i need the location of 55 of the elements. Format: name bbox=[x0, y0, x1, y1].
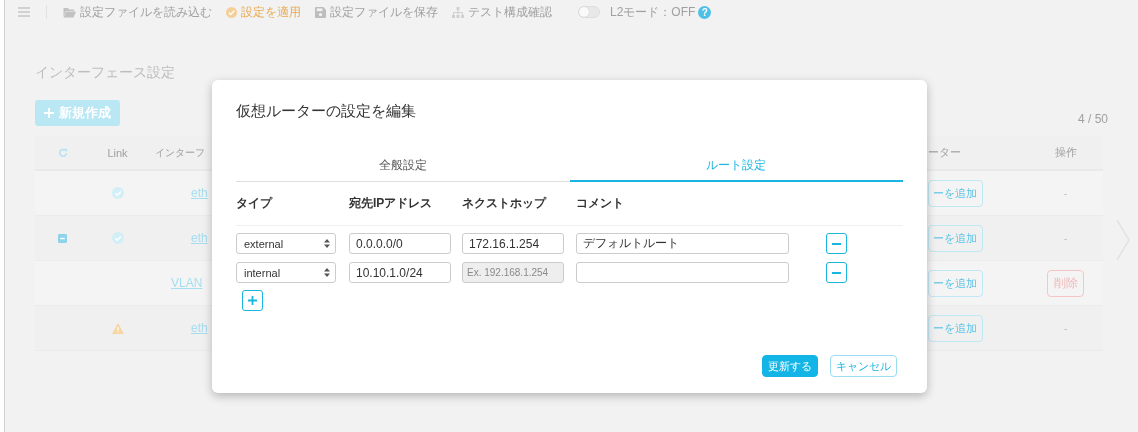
interface-link[interactable]: VLAN bbox=[171, 276, 203, 290]
toolbar-button[interactable]: 設定ファイルを保存 bbox=[315, 3, 438, 21]
update-button[interactable]: 更新する bbox=[762, 355, 818, 377]
column-header: コメント bbox=[576, 195, 625, 212]
plus-icon bbox=[44, 108, 54, 118]
comment-field[interactable]: デフォルトルート bbox=[576, 233, 789, 254]
sort-caret-icon bbox=[324, 268, 330, 277]
toolbar-button[interactable]: テスト構成確認 bbox=[452, 3, 552, 21]
column-header: Link bbox=[107, 146, 128, 159]
help-icon[interactable]: ? bbox=[698, 5, 712, 19]
empty-action: - bbox=[1063, 187, 1068, 199]
sitemap-icon bbox=[452, 6, 464, 18]
empty-action: - bbox=[1063, 322, 1068, 334]
new-button[interactable]: 新規作成 bbox=[35, 100, 120, 126]
type-select[interactable]: internal bbox=[236, 262, 336, 283]
mode-label: L2モード：OFF bbox=[610, 3, 696, 21]
column-header: インターフ bbox=[155, 146, 205, 158]
tab[interactable]: ルート設定 bbox=[569, 150, 903, 182]
minus-icon bbox=[832, 242, 841, 245]
remove-button[interactable] bbox=[826, 233, 847, 254]
column-header: ーター bbox=[928, 146, 961, 158]
add-router-button[interactable]: ーを追加 bbox=[928, 179, 983, 207]
pager-count: 4 / 50 bbox=[1077, 112, 1108, 126]
column-header: ネクストホップ bbox=[462, 195, 548, 212]
toolbar-button[interactable]: 設定ファイルを読み込む bbox=[63, 3, 212, 21]
folder-icon bbox=[63, 6, 76, 18]
sort-caret-icon bbox=[324, 239, 330, 248]
collapse-icon[interactable] bbox=[58, 233, 67, 243]
type-select[interactable]: external bbox=[236, 233, 336, 254]
interface-link[interactable]: eth bbox=[191, 321, 208, 335]
modal-title: 仮想ルーターの設定を編集 bbox=[236, 102, 417, 120]
minus-icon bbox=[832, 271, 841, 274]
column-header: 操作 bbox=[1054, 145, 1077, 160]
empty-action: - bbox=[1063, 232, 1068, 244]
add-router-button[interactable]: ーを追加 bbox=[928, 314, 983, 342]
check-circle-icon bbox=[226, 6, 237, 18]
tab[interactable]: 全般設定 bbox=[236, 150, 570, 182]
add-router-button[interactable]: ーを追加 bbox=[928, 269, 983, 297]
comment-field[interactable] bbox=[576, 262, 789, 283]
refresh-icon[interactable] bbox=[57, 147, 68, 158]
add-button[interactable] bbox=[242, 290, 263, 311]
next-hop-field[interactable]: 172.16.1.254 bbox=[462, 233, 564, 254]
destination-field[interactable]: 0.0.0.0/0 bbox=[349, 233, 451, 254]
column-header: 宛先IPアドレス bbox=[349, 195, 434, 212]
interface-link[interactable]: eth bbox=[191, 186, 208, 200]
toolbar-button[interactable]: 設定を適用 bbox=[226, 3, 301, 21]
menu-icon[interactable] bbox=[18, 7, 30, 17]
remove-button[interactable] bbox=[826, 262, 847, 283]
cancel-button[interactable]: キャンセル bbox=[830, 355, 897, 377]
add-router-button[interactable]: ーを追加 bbox=[928, 224, 983, 252]
plus-icon bbox=[248, 296, 257, 305]
interface-link[interactable]: eth bbox=[191, 231, 208, 245]
toggle-switch[interactable] bbox=[578, 6, 600, 18]
destination-field[interactable]: 10.10.1.0/24 bbox=[349, 262, 451, 283]
column-header: タイプ bbox=[236, 195, 274, 212]
